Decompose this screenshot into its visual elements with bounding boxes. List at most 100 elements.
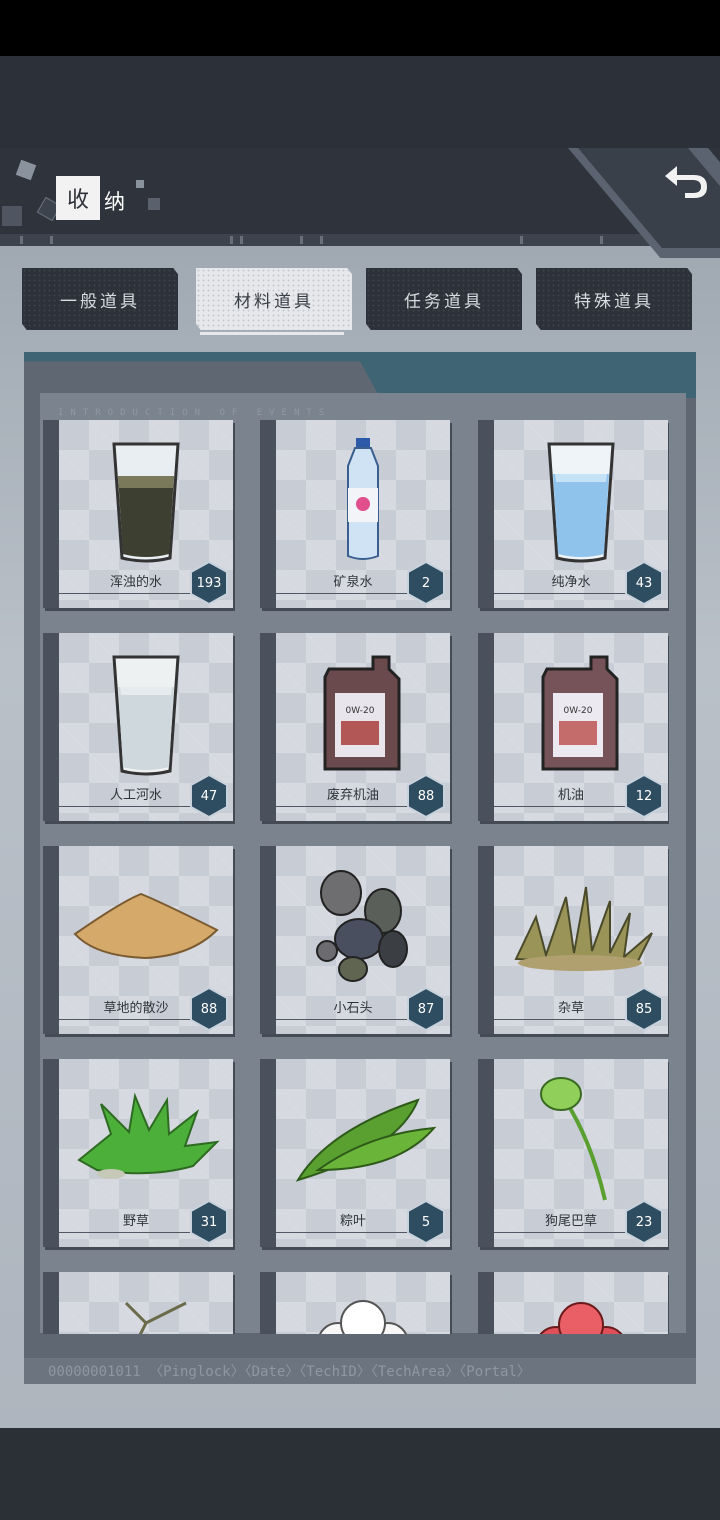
item-count-badge: 88: [406, 774, 446, 818]
card-divider: [494, 806, 634, 807]
back-button[interactable]: [660, 156, 712, 204]
engine-oil-jug-icon: 0W-20: [494, 641, 668, 786]
title-rail: [0, 234, 720, 246]
muddy-water-glass-icon: [59, 428, 233, 573]
item-count-badge: 5: [406, 1200, 446, 1244]
card-edge: [43, 846, 59, 1034]
pebbles-icon: [276, 854, 450, 999]
item-count: 5: [421, 1214, 431, 1230]
item-count-badge: 88: [189, 987, 229, 1031]
item-count: 88: [200, 1001, 218, 1017]
item-card[interactable]: 粽叶 5: [260, 1059, 450, 1247]
card-edge: [43, 420, 59, 608]
card-edge: [260, 1059, 276, 1247]
item-card[interactable]: [478, 1272, 668, 1334]
item-count-badge: 31: [189, 1200, 229, 1244]
white-flower-icon: [276, 1280, 450, 1334]
card-edge: [478, 1059, 494, 1247]
card-edge: [43, 1272, 59, 1334]
card-edge: [478, 846, 494, 1034]
panel-intro-text: INTRODUCTION OF EVENTS: [58, 408, 332, 418]
item-card[interactable]: 小石头 87: [260, 846, 450, 1034]
item-count: 43: [635, 575, 653, 591]
item-count-badge: 2: [406, 561, 446, 605]
card-edge: [43, 1059, 59, 1247]
item-count: 88: [417, 788, 435, 804]
tab-quest[interactable]: 任务道具: [366, 268, 522, 330]
wild-grass-icon: [59, 1067, 233, 1212]
item-count-badge: 23: [624, 1200, 664, 1244]
bamboo-leaf-icon: [276, 1067, 450, 1212]
pure-water-glass-icon: [494, 428, 668, 573]
item-card[interactable]: 杂草 85: [478, 846, 668, 1034]
tab-general[interactable]: 一般道具: [22, 268, 178, 330]
card-divider: [59, 593, 199, 594]
status-bar: [0, 0, 720, 56]
svg-text:0W-20: 0W-20: [346, 706, 375, 716]
svg-text:0W-20: 0W-20: [564, 706, 593, 716]
item-card[interactable]: 浑浊的水 193: [43, 420, 233, 608]
storage-screen: 收 纳 一般道具 材料道具 任务道具 特殊道具 INTRODUCTION OF …: [0, 148, 720, 1428]
navigation-bar: [0, 1428, 720, 1520]
card-divider: [276, 1232, 416, 1233]
item-count-badge: 85: [624, 987, 664, 1031]
category-tabs: 一般道具 材料道具 任务道具 特殊道具: [0, 266, 720, 335]
card-edge: [478, 1272, 494, 1334]
card-edge: [260, 1272, 276, 1334]
active-tab-indicator: [200, 332, 344, 335]
card-edge: [43, 633, 59, 821]
tab-materials[interactable]: 材料道具: [196, 268, 352, 330]
tab-special[interactable]: 特殊道具: [536, 268, 692, 330]
item-card[interactable]: 人工河水 47: [43, 633, 233, 821]
item-count: 47: [200, 788, 218, 804]
item-card[interactable]: 狗尾巴草 23: [478, 1059, 668, 1247]
dry-herb-icon: [59, 1280, 233, 1334]
card-divider: [276, 1019, 416, 1020]
item-grid: 浑浊的水 193 矿泉水 2 纯净水 43 人工河水 47 0W-20 废弃机油 88 0W-20 机油…: [43, 420, 669, 1334]
header-band: [0, 56, 720, 148]
item-card[interactable]: 矿泉水 2: [260, 420, 450, 608]
item-count-badge: 47: [189, 774, 229, 818]
item-count: 12: [635, 788, 653, 804]
item-card[interactable]: 0W-20 废弃机油 88: [260, 633, 450, 821]
card-divider: [59, 1019, 199, 1020]
item-card[interactable]: 野草 31: [43, 1059, 233, 1247]
card-divider: [276, 593, 416, 594]
weed-icon: [494, 854, 668, 999]
card-divider: [494, 1232, 634, 1233]
card-divider: [494, 593, 634, 594]
item-card[interactable]: 草地的散沙 88: [43, 846, 233, 1034]
card-edge: [260, 846, 276, 1034]
card-edge: [260, 420, 276, 608]
item-card[interactable]: [260, 1272, 450, 1334]
item-count: 193: [196, 575, 222, 591]
foxtail-grass-icon: [494, 1067, 668, 1212]
card-edge: [478, 633, 494, 821]
item-count: 85: [635, 1001, 653, 1017]
item-count: 2: [421, 575, 431, 591]
sand-pile-icon: [59, 854, 233, 999]
item-card[interactable]: [43, 1272, 233, 1334]
item-count: 31: [200, 1214, 218, 1230]
item-card[interactable]: 0W-20 机油 12: [478, 633, 668, 821]
red-flower-icon: [494, 1280, 668, 1334]
back-arrow-icon: [665, 166, 707, 198]
item-count: 23: [635, 1214, 653, 1230]
card-divider: [59, 806, 199, 807]
page-title-rest: 纳: [104, 190, 125, 214]
card-edge: [260, 633, 276, 821]
item-card[interactable]: 纯净水 43: [478, 420, 668, 608]
water-bottle-icon: [276, 428, 450, 573]
card-divider: [494, 1019, 634, 1020]
card-divider: [59, 1232, 199, 1233]
page-title-first: 收: [56, 176, 100, 220]
item-count: 87: [417, 1001, 435, 1017]
item-count-badge: 12: [624, 774, 664, 818]
item-count-badge: 43: [624, 561, 664, 605]
item-count-badge: 193: [189, 561, 229, 605]
panel-footer-text: 00000001011 〈Pinglock〉〈Date〉〈TechID〉〈Tec…: [48, 1364, 531, 1380]
card-edge: [478, 420, 494, 608]
item-count-badge: 87: [406, 987, 446, 1031]
waste-oil-jug-icon: 0W-20: [276, 641, 450, 786]
river-water-glass-icon: [59, 641, 233, 786]
